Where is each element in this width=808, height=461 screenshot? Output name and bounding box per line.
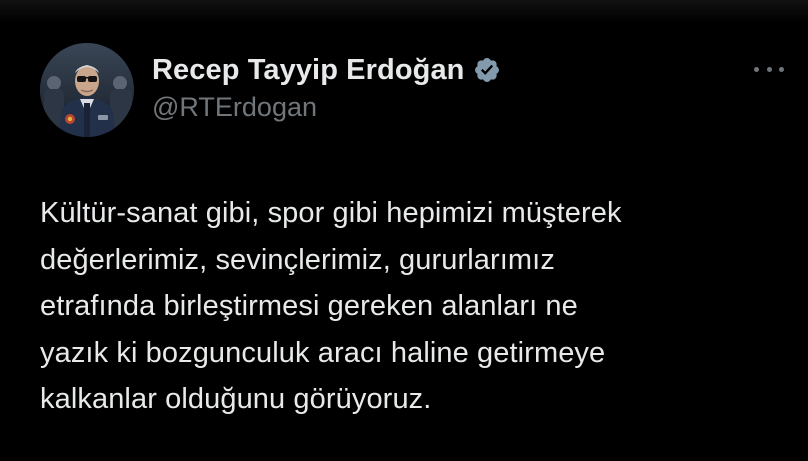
- tweet-text-line: kalkanlar olduğunu görüyoruz.: [40, 383, 432, 415]
- tweet-text-line: etrafında birleştirmesi gereken alanları…: [40, 290, 578, 322]
- author-avatar[interactable]: [40, 43, 134, 137]
- tweet-text-line: değerlerimiz, sevinçlerimiz, gururlarımı…: [40, 243, 555, 276]
- more-options-icon-dot: [766, 66, 772, 72]
- author-handle[interactable]: @RTErdogan: [152, 92, 501, 123]
- more-options-icon-dot: [779, 66, 784, 72]
- author-name-row: Recep Tayyip Erdoğan: [152, 52, 501, 88]
- tweet-text-line: Kültür-sanat gibi, spor gibi hepimizi mü…: [40, 197, 622, 229]
- top-edge-shadow: [0, 0, 808, 22]
- tweet-author-header: Recep Tayyip Erdoğan @RTErdogan: [152, 52, 501, 123]
- more-options-button[interactable]: [752, 56, 786, 82]
- verified-badge-icon: [473, 56, 501, 84]
- tweet-text-line: yazık ki bozgunculuk aracı haline getirm…: [40, 336, 606, 369]
- profile-photo: [40, 43, 134, 137]
- author-display-name[interactable]: Recep Tayyip Erdoğan: [152, 54, 465, 87]
- tweet-text: Kültür-sanat gibi, spor gibi hepimizi mü…: [40, 190, 790, 423]
- more-options-icon: [754, 66, 759, 72]
